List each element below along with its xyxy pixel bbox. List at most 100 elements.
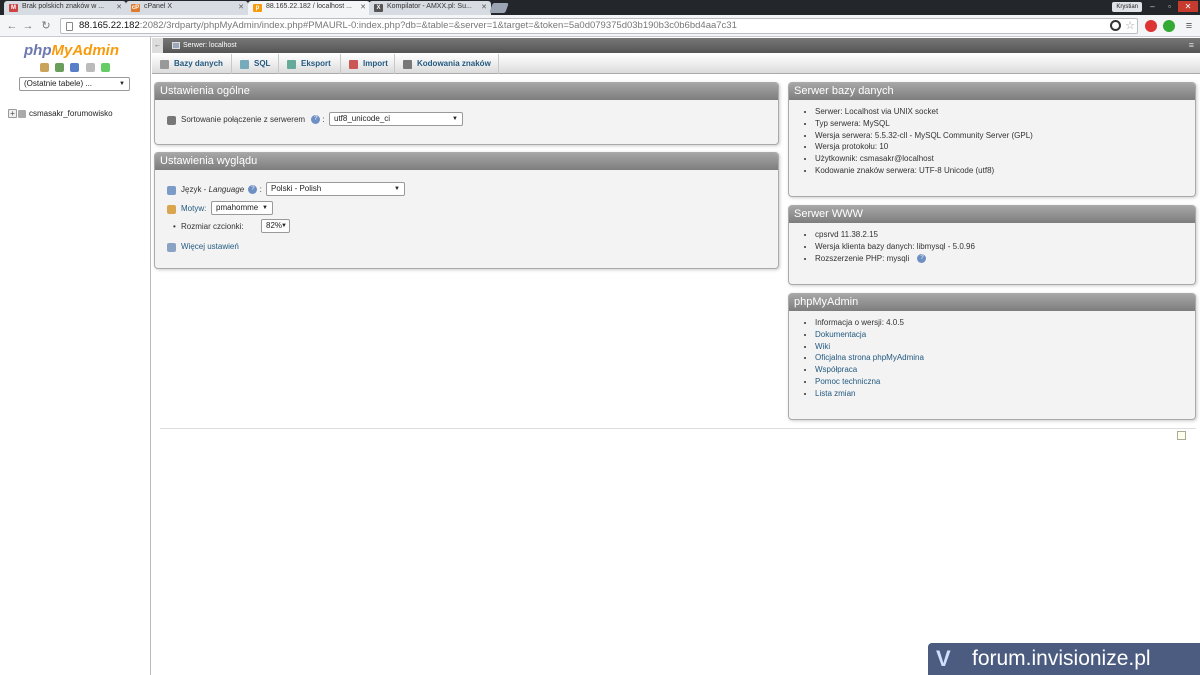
sql-icon: [240, 60, 249, 69]
language-icon: [167, 186, 176, 195]
docs-link[interactable]: Dokumentacja: [815, 330, 866, 339]
main-menu: Bazy danych SQL Eksport Import Kodowania…: [152, 54, 1200, 74]
pma-navigation-panel: phpMyAdmin (Ostatnie tabele) ... ▼ + csma…: [0, 37, 151, 675]
recent-tables-select[interactable]: (Ostatnie tabele) ... ▼: [19, 77, 130, 91]
more-settings-row: Więcej ustawień: [167, 242, 239, 252]
chevron-down-icon: ▼: [452, 116, 458, 122]
list-item: Wersja protokołu: 10: [815, 141, 1195, 153]
language-row: Język - Language ? :: [167, 185, 262, 195]
pma-logo[interactable]: phpMyAdmin: [24, 42, 119, 59]
chevron-down-icon: ▼: [119, 81, 125, 87]
reload-icon[interactable]: ↻: [40, 19, 52, 33]
close-icon[interactable]: ✕: [481, 3, 487, 11]
list-item: Użytkownik: csmasakr@localhost: [815, 153, 1195, 165]
chevron-down-icon: ▼: [394, 186, 400, 192]
panel-title: Serwer bazy danych: [789, 83, 1195, 100]
new-tab-button[interactable]: [489, 3, 509, 13]
theme-select[interactable]: pmahomme ▼: [211, 201, 273, 215]
collation-select[interactable]: utf8_unicode_ci ▼: [329, 112, 463, 126]
pma-info-list: Informacja o wersji: 4.0.5 Dokumentacja …: [789, 311, 1195, 400]
homepage-link[interactable]: Oficjalna strona phpMyAdmina: [815, 353, 924, 362]
collapse-nav-icon[interactable]: ←: [152, 38, 163, 53]
database-icon: [160, 60, 169, 69]
refresh-icon[interactable]: [100, 63, 110, 72]
charset-icon: [403, 60, 412, 69]
browser-tab-3[interactable]: p 88.165.22.182 / localhost ... ✕: [248, 1, 370, 15]
invisionize-logo-icon: V: [936, 646, 951, 671]
theme-row: Motyw:: [167, 204, 206, 214]
window-close-icon[interactable]: ✕: [1178, 1, 1198, 12]
close-icon[interactable]: ✕: [238, 3, 244, 11]
browser-tab-bar: M Brak polskich znaków w ... ✕ cP cPanel…: [0, 0, 1200, 15]
web-server-panel: Serwer WWW cpsrvd 11.38.2.15 Wersja klie…: [788, 205, 1196, 285]
maximize-icon[interactable]: ▫: [1162, 1, 1177, 12]
support-link[interactable]: Pomoc techniczna: [815, 377, 880, 386]
wiki-link[interactable]: Wiki: [815, 342, 830, 351]
amxx-icon: X: [374, 4, 383, 12]
more-settings-link[interactable]: Więcej ustawień: [181, 242, 239, 251]
help-icon[interactable]: ?: [248, 185, 258, 195]
gmail-icon: M: [9, 4, 18, 12]
font-size-select[interactable]: 82% ▼: [261, 219, 290, 233]
changelog-link[interactable]: Lista zmian: [815, 389, 855, 398]
breadcrumb-server[interactable]: Serwer: localhost: [183, 38, 237, 53]
close-icon[interactable]: ✕: [360, 3, 366, 11]
export-icon: [287, 60, 296, 69]
wrench-icon: [167, 243, 176, 252]
browser-user-badge[interactable]: Krystian: [1112, 2, 1142, 12]
web-server-info: cpsrvd 11.38.2.15 Wersja klienta bazy da…: [789, 223, 1195, 264]
browser-tab-1[interactable]: M Brak polskich znaków w ... ✕: [4, 1, 126, 15]
home-icon[interactable]: [40, 63, 49, 72]
db-server-panel: Serwer bazy danych Serwer: Localhost via…: [788, 82, 1196, 197]
tab-label: Kompilator - AMXX.pl: Su...: [387, 3, 472, 10]
help-icon[interactable]: ?: [311, 115, 321, 125]
query-window-icon[interactable]: [70, 63, 80, 72]
logout-icon[interactable]: [55, 63, 65, 72]
phpmyadmin-icon: p: [253, 4, 262, 12]
collapse-top-icon[interactable]: ≡: [1189, 38, 1194, 53]
panel-title: Ustawienia wyglądu: [155, 153, 778, 170]
loading-icon: [1110, 20, 1121, 31]
collation-label: Sortowanie połączenie z serwerem: [181, 115, 306, 124]
browser-tab-2[interactable]: cP cPanel X ✕: [126, 1, 248, 15]
panel-title: Ustawienia ogólne: [155, 83, 778, 100]
adblock-icon[interactable]: [1145, 20, 1157, 32]
close-icon[interactable]: ✕: [116, 3, 122, 11]
breadcrumb: ← Serwer: localhost ≡: [152, 38, 1200, 53]
panel-title: phpMyAdmin: [789, 294, 1195, 311]
contribute-link[interactable]: Współpraca: [815, 365, 857, 374]
tab-export[interactable]: Eksport: [279, 54, 341, 74]
theme-label[interactable]: Motyw:: [181, 204, 206, 213]
language-label-en: Language: [208, 185, 245, 194]
theme-icon: [167, 205, 176, 214]
expand-icon[interactable]: +: [8, 109, 17, 119]
version-info: Informacja o wersji: 4.0.5: [815, 317, 1195, 329]
forward-icon[interactable]: →: [22, 19, 34, 33]
database-item[interactable]: csmasakr_forumowisko: [29, 109, 113, 118]
extension-icon[interactable]: [1163, 20, 1175, 32]
tab-databases[interactable]: Bazy danych: [152, 54, 232, 74]
docs-icon[interactable]: [85, 63, 95, 72]
browser-tab-4[interactable]: X Kompilator - AMXX.pl: Su... ✕: [369, 1, 491, 15]
menu-icon[interactable]: ≡: [1183, 19, 1195, 33]
bookmark-star-icon[interactable]: ☆: [1124, 19, 1136, 33]
bullet: •: [173, 222, 176, 231]
browser-toolbar: ← → ↻ 88.165.22.182:2082/3rdparty/phpMyA…: [0, 15, 1200, 37]
back-icon[interactable]: ←: [6, 19, 18, 33]
panel-title: Serwer WWW: [789, 206, 1195, 223]
cpanel-icon: cP: [131, 4, 140, 12]
tab-charsets[interactable]: Kodowania znaków: [395, 54, 499, 74]
font-size-label: Rozmiar czcionki:: [181, 222, 244, 231]
console-icon[interactable]: [1177, 431, 1186, 440]
url-host: 88.165.22.182: [79, 20, 140, 31]
chevron-down-icon: ▼: [281, 223, 287, 229]
db-server-info: Serwer: Localhost via UNIX socket Typ se…: [789, 100, 1195, 177]
tab-label: Brak polskich znaków w ...: [22, 3, 105, 10]
minimize-icon[interactable]: –: [1145, 1, 1160, 12]
language-select[interactable]: Polski - Polish ▼: [266, 182, 405, 196]
help-icon[interactable]: ?: [917, 253, 927, 263]
tab-sql[interactable]: SQL: [232, 54, 279, 74]
address-bar[interactable]: 88.165.22.182:2082/3rdparty/phpMyAdmin/i…: [60, 18, 1138, 34]
appearance-settings-panel: Ustawienia wyglądu Język - Language ? : …: [154, 152, 779, 269]
tab-import[interactable]: Import: [341, 54, 395, 74]
